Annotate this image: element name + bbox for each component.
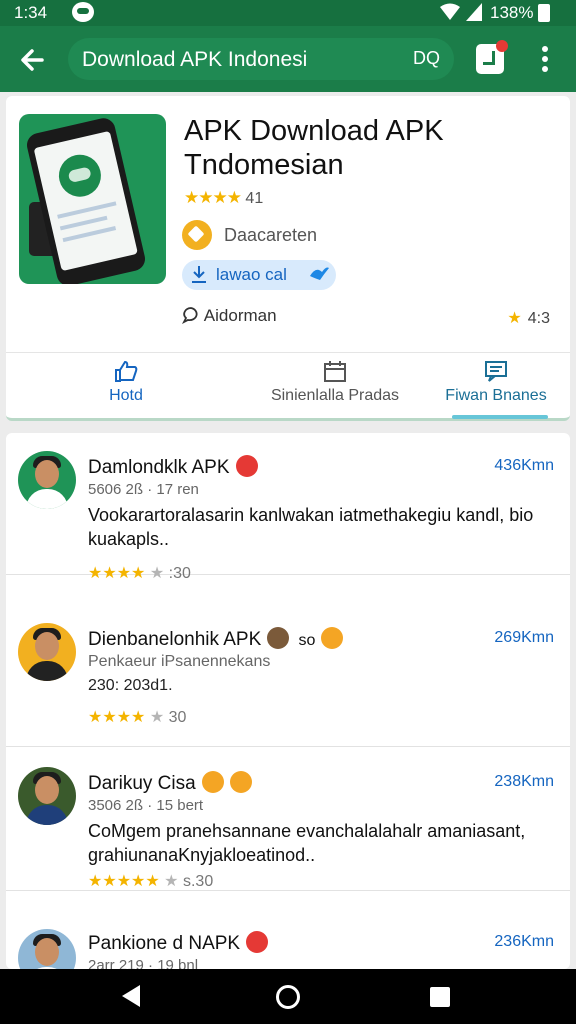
category-label: Aidorman — [203, 306, 277, 325]
bird-icon — [310, 267, 329, 280]
tab-hot[interactable]: Hotd — [66, 359, 186, 417]
install-label: lawao cal — [216, 265, 287, 284]
nav-home-icon[interactable] — [276, 985, 300, 1009]
reviewer-name: Pankione d NAPK — [88, 931, 269, 955]
chat-bubble-icon — [181, 307, 198, 325]
reviewer-name: Darikuy Cisa — [88, 771, 252, 795]
avatar — [18, 929, 76, 969]
review-distance: 236Kmn — [494, 933, 554, 950]
app-detail-card: APK Download APK Tndomesian ★★★★ 41 Daac… — [6, 96, 570, 421]
avatar-mini-icon — [267, 627, 290, 649]
install-button[interactable]: lawao cal — [182, 260, 336, 290]
tab-similar-label: Sinienlalla Pradas — [270, 387, 400, 404]
app-rating: ★★★★ 41 — [184, 188, 263, 208]
more-vert-icon[interactable] — [540, 46, 550, 74]
review-distance: 436Kmn — [494, 457, 554, 474]
score-value: 4:3 — [527, 310, 550, 327]
developer-icon — [182, 220, 212, 250]
battery-percent: 138% — [490, 3, 534, 22]
reviewer-name: Dienbanelonhik APK so — [88, 627, 344, 651]
review-meta: 2arr 219 · 19 bnl — [88, 957, 199, 969]
reviewer-name: Damlondklk APK — [88, 455, 258, 479]
back-arrow-icon[interactable] — [14, 42, 50, 78]
wifi-icon — [440, 3, 460, 20]
message-icon — [485, 361, 507, 382]
review-item[interactable]: Darikuy Cisa 238Kmn 3506 2ß · 15 bert Co… — [6, 749, 570, 891]
review-meta: 3506 2ß · 15 bert — [88, 797, 204, 814]
tab-bar: Hotd Sinienlalla Pradas Fiwan Bnanes — [6, 352, 570, 419]
avatar — [18, 623, 76, 681]
review-distance: 238Kmn — [494, 773, 554, 790]
tab-reviews[interactable]: Fiwan Bnanes — [426, 359, 566, 417]
review-item[interactable]: Damlondklk APK 436Kmn 5606 2ß · 17 ren V… — [6, 433, 570, 582]
search-action-icon[interactable]: DQ — [413, 48, 440, 69]
review-stars: ★★★★ ★ 30 — [88, 709, 187, 726]
app-bar: Download APK Indonesi DQ — [0, 26, 576, 92]
review-text: Vookarartoralasarin kanlwakan iatmethake… — [88, 505, 534, 549]
notification-icon — [72, 2, 94, 22]
developer-name[interactable]: Daacareten — [224, 225, 317, 246]
app-icon — [19, 114, 166, 284]
tab-similar[interactable]: Sinienlalla Pradas — [250, 359, 420, 417]
search-text[interactable]: Download APK Indonesi — [82, 48, 307, 72]
emoji-icon — [321, 627, 344, 649]
notification-dot — [496, 40, 508, 52]
review-item[interactable]: Pankione d NAPK 236Kmn 2arr 219 · 19 bnl — [6, 911, 570, 969]
rating-value: 41 — [245, 190, 264, 207]
tab-hot-label: Hotd — [109, 387, 143, 404]
review-meta-secondary: 230: 203d1. — [88, 677, 173, 694]
bookmark-icon[interactable] — [476, 40, 508, 74]
app-score: ★ 4:3 — [507, 308, 550, 328]
calendar-icon — [324, 361, 346, 382]
app-title: APK Download APK Tndomesian — [184, 115, 444, 181]
nav-recents-icon[interactable] — [430, 987, 450, 1007]
emoji-icon — [229, 771, 252, 793]
review-distance: 269Kmn — [494, 629, 554, 646]
rating-stars: ★★★★ — [184, 188, 242, 207]
avatar — [18, 451, 76, 509]
avatar — [18, 767, 76, 825]
review-item[interactable]: Dienbanelonhik APK so 269Kmn Penkaeur iP… — [6, 605, 570, 747]
bookmark-glyph — [483, 51, 495, 65]
emoji-icon — [201, 771, 224, 793]
tab-indicator — [452, 415, 548, 419]
emoji-icon — [235, 455, 258, 477]
status-bar: 1:34 138% — [0, 0, 576, 26]
review-meta: Penkaeur iPsanennekans — [88, 653, 271, 670]
tab-reviews-label: Fiwan Bnanes — [445, 387, 547, 404]
search-input[interactable]: Download APK Indonesi DQ — [68, 38, 454, 80]
thumb-up-icon — [115, 360, 138, 382]
star-icon: ★ — [507, 310, 522, 327]
phone-illustration — [24, 115, 148, 284]
system-nav-bar — [0, 969, 576, 1024]
reviews-list: Damlondklk APK 436Kmn 5606 2ß · 17 ren V… — [6, 433, 570, 969]
review-meta: 5606 2ß · 17 ren — [88, 481, 199, 498]
emoji-icon — [246, 931, 269, 953]
download-icon — [192, 266, 206, 283]
review-stars: ★★★★ ★ :30 — [88, 565, 191, 582]
review-text: CoMgem pranehsannane evanchalalahalr ama… — [88, 821, 526, 865]
nav-back-icon[interactable] — [122, 985, 140, 1007]
category-row: Aidorman — [181, 306, 277, 326]
cell-signal-icon — [466, 3, 482, 21]
battery-icon — [538, 4, 550, 22]
status-time: 1:34 — [14, 3, 48, 22]
review-stars: ★★★★★ ★ s.30 — [88, 873, 214, 890]
